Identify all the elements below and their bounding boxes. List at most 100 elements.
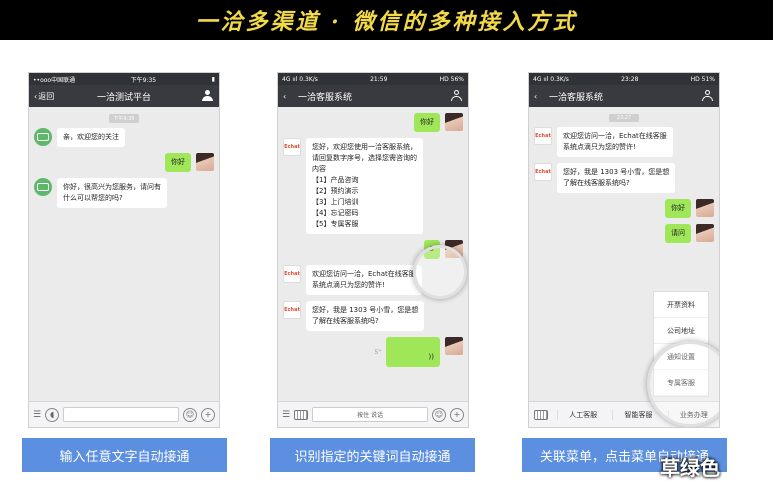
profile-icon[interactable] (451, 90, 462, 102)
phone-screenshot-keyword-any: ••ooo中国联通 下午9:35 ▮ ‹ 返回 一洽测试平台 下午9:35 亲，… (28, 72, 220, 428)
emoji-icon[interactable]: ☺ (183, 407, 197, 422)
chat-title: 一洽客服系统 (549, 92, 604, 103)
profile-icon[interactable] (202, 90, 213, 102)
menu-smart-service[interactable]: 智能客服 (612, 409, 663, 420)
message-bubble: 你好 (665, 199, 691, 218)
message-list: 23:27 Echat 欢迎您访问一洽，Echat在线客服 系统点滴只为您的赞许… (529, 107, 719, 253)
submenu-item-address[interactable]: 公司地址 (654, 318, 708, 344)
plus-icon[interactable]: + (450, 407, 464, 422)
message-bubble: 你好，很高兴为您服务，请问有 什么可以帮您的吗? (57, 178, 167, 208)
chevron-left-icon: ‹ (283, 91, 287, 101)
voice-wave-icon: )) (428, 353, 434, 361)
carrier-label: ••ooo中国联通 (33, 76, 76, 84)
input-bar: ☰ ◖ ☺ + (29, 401, 219, 427)
message-bubble: 你好 (165, 153, 191, 172)
message-row: 你好 (34, 153, 214, 172)
submenu-item-invoice[interactable]: 开票资料 (654, 292, 708, 318)
user-avatar[interactable] (445, 337, 463, 355)
status-time: 下午9:35 (130, 76, 157, 84)
status-time: 21:59 (370, 75, 388, 83)
user-avatar[interactable] (696, 199, 714, 217)
message-row: Echat 欢迎您访问一洽，Echat在线客服 系统点滴只为您的赞许! (283, 265, 463, 295)
user-avatar[interactable] (445, 240, 463, 258)
message-row: Echat 您好，欢迎您使用一洽客服系统， 请回复数字序号，选择您需咨询的 内容… (283, 138, 463, 234)
echat-avatar[interactable]: Echat (534, 163, 552, 181)
plus-icon[interactable]: + (201, 407, 215, 422)
echat-avatar[interactable]: Echat (283, 265, 301, 283)
message-bubble: 您好，我是 1303 号小雪，您是想 了解在线客服系统吗? (557, 163, 676, 193)
message-bubble: 请问 (665, 224, 691, 243)
emoji-icon[interactable]: ☺ (432, 407, 446, 422)
message-row: Echat 您好，我是 1303 号小雪，您是想 了解在线客服系统吗? (283, 301, 463, 331)
keyboard-icon[interactable] (534, 409, 548, 420)
message-row: 请问 (534, 224, 714, 243)
message-bubble: 欢迎您访问一洽，Echat在线客服 系统点滴只为您的赞许! (306, 265, 422, 295)
keyboard-icon[interactable] (294, 409, 309, 420)
official-account-avatar[interactable] (34, 128, 52, 146)
status-bar: 4G ııl 0.3K/s 21:59 HD 56% (278, 73, 468, 85)
message-row: 5" )) (283, 337, 463, 367)
chat-header: ‹ 一洽客服系统 (529, 85, 719, 107)
message-row: 亲，欢迎您的关注 (34, 128, 214, 147)
status-bar: ••ooo中国联通 下午9:35 ▮ (29, 73, 219, 85)
chevron-left-icon: ‹ (534, 91, 538, 101)
caption-any-text: 输入任意文字自动接通 (22, 438, 227, 472)
message-row: 你好 (283, 113, 463, 132)
message-bubble: 您好，我是 1303 号小雪，您是想 了解在线客服系统吗? (306, 301, 425, 331)
menu-toggle-icon[interactable]: ☰ (282, 410, 290, 420)
submenu-item-dedicated-service[interactable]: 专属客服 (654, 370, 708, 396)
battery-label: HD 51% (690, 75, 715, 83)
profile-icon[interactable] (702, 90, 713, 102)
message-bubble: 欢迎您访问一洽，Echat在线客服 系统点滴只为您的赞许! (557, 127, 673, 157)
voice-message-bubble[interactable]: )) (386, 337, 440, 367)
submenu-popup: 开票资料 公司地址 通知设置 专属客服 (653, 291, 709, 397)
message-row: Echat 欢迎您访问一洽，Echat在线客服 系统点滴只为您的赞许! (534, 127, 714, 157)
message-bubble: 你好 (414, 113, 440, 132)
echat-avatar[interactable]: Echat (283, 301, 301, 319)
message-input[interactable] (63, 407, 179, 422)
user-avatar[interactable] (445, 113, 463, 131)
chevron-left-icon: ‹ (34, 91, 38, 101)
watermark-text: 草绿色 (660, 456, 720, 480)
echat-avatar[interactable]: Echat (534, 127, 552, 145)
phone-screenshot-keyword-recognition: 4G ııl 0.3K/s 21:59 HD 56% ‹ 一洽客服系统 你好 E… (277, 72, 469, 428)
battery-icon: ▮ (211, 75, 215, 83)
message-bubble: 亲，欢迎您的关注 (57, 128, 125, 147)
message-row: 你好，很高兴为您服务，请问有 什么可以帮您的吗? (34, 178, 214, 208)
title-banner: 一洽多渠道 · 微信的多种接入方式 (0, 0, 773, 40)
network-label: 4G ııl 0.3K/s (282, 75, 318, 83)
voice-duration: 5" (374, 348, 381, 356)
back-label: 返回 (38, 91, 55, 101)
phone-screenshot-menu-link: 4G ııl 0.3K/s 23:28 HD 51% ‹ 一洽客服系统 23:2… (528, 72, 720, 428)
user-avatar[interactable] (196, 153, 214, 171)
message-timestamp: 下午9:35 (109, 114, 139, 123)
back-button[interactable]: ‹ 返回 (34, 91, 54, 102)
message-row: 你好 (534, 199, 714, 218)
caption-keyword: 识别指定的关键词自动接通 (270, 438, 475, 472)
chat-title: 一洽测试平台 (96, 92, 151, 103)
message-timestamp: 23:27 (609, 114, 639, 122)
back-button[interactable]: ‹ (534, 92, 537, 101)
menu-business[interactable]: 业务办理 (667, 409, 719, 420)
banner-title: 一洽多渠道 · 微信的多种接入方式 (195, 9, 578, 35)
back-button[interactable]: ‹ (283, 92, 286, 101)
message-row: Echat 您好，我是 1303 号小雪，您是想 了解在线客服系统吗? (534, 163, 714, 193)
menu-human-service[interactable]: 人工客服 (557, 409, 608, 420)
message-list: 你好 Echat 您好，欢迎您使用一洽客服系统， 请回复数字序号，选择您需咨询的… (278, 107, 468, 377)
message-list: 下午9:35 亲，欢迎您的关注 你好 你好，很高兴为您服务，请问有 什么可以帮您… (29, 107, 219, 218)
echat-avatar[interactable]: Echat (283, 138, 301, 156)
official-account-avatar[interactable] (34, 178, 52, 196)
submenu-item-notification[interactable]: 通知设置 (654, 344, 708, 370)
status-time: 23:28 (621, 75, 639, 83)
message-bubble: 5 (423, 240, 440, 259)
hold-to-talk-button[interactable]: 按住 说话 (312, 407, 428, 422)
chat-header: ‹ 返回 一洽测试平台 (29, 85, 219, 107)
status-bar: 4G ııl 0.3K/s 23:28 HD 51% (529, 73, 719, 85)
network-label: 4G ııl 0.3K/s (533, 75, 569, 83)
chat-header: ‹ 一洽客服系统 (278, 85, 468, 107)
voice-icon[interactable]: ◖ (45, 407, 60, 422)
user-avatar[interactable] (696, 224, 714, 242)
menu-toggle-icon[interactable]: ☰ (33, 410, 41, 420)
menu-bar: 人工客服 智能客服 业务办理 (529, 401, 719, 427)
input-bar: ☰ 按住 说话 ☺ + (278, 401, 468, 427)
